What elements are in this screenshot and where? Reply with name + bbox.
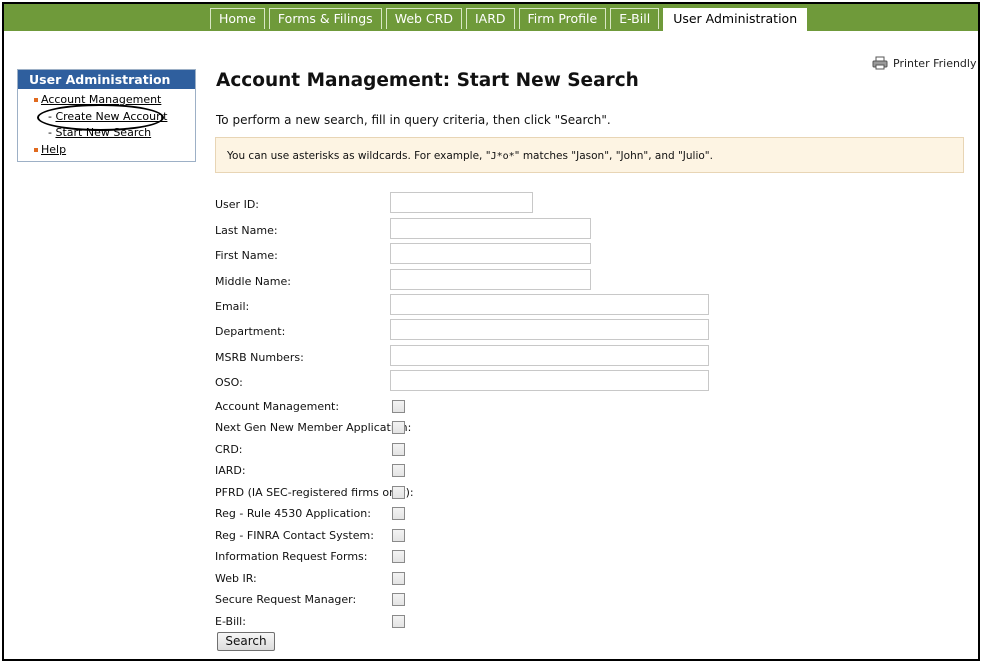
first-name-label: First Name: [215,249,278,262]
next-gen-checkbox-label: Next Gen New Member Application: [215,421,412,434]
crd-checkbox-label: CRD: [215,443,243,456]
last-name-label: Last Name: [215,224,278,237]
tip-prefix: You can use asterisks as wildcards. For … [227,150,491,162]
account-management-checkbox[interactable] [392,400,405,413]
page-title: Account Management: Start New Search [216,70,639,91]
tip-suffix: " matches "Jason", "John", and "Julio". [514,150,713,162]
printer-friendly-label: Printer Friendly [893,56,977,70]
first-name-input[interactable] [390,243,591,264]
tab-e-bill[interactable]: E-Bill [610,8,660,29]
page-frame: Home Forms & Filings Web CRD IARD Firm P… [2,2,980,661]
tab-user-administration[interactable]: User Administration [663,8,808,31]
tab-web-crd[interactable]: Web CRD [385,8,462,29]
tab-forms-filings[interactable]: Forms & Filings [268,8,382,29]
last-name-input[interactable] [390,218,591,239]
tip-code: J*o* [490,151,515,162]
pfrd-checkbox[interactable] [392,486,405,499]
web-ir-checkbox[interactable] [392,572,405,585]
rule-4530-checkbox-label: Reg - Rule 4530 Application: [215,507,371,520]
tab-firm-profile[interactable]: Firm Profile [518,8,607,29]
crd-checkbox[interactable] [392,443,405,456]
user-id-label: User ID: [215,198,259,211]
pfrd-checkbox-label: PFRD (IA SEC-registered firms only): [215,486,414,499]
user-id-input[interactable] [390,192,533,213]
e-bill-checkbox-label: E-Bill: [215,615,246,628]
department-input[interactable] [390,319,709,340]
top-nav-bar: Home Forms & Filings Web CRD IARD Firm P… [4,4,978,31]
tab-iard[interactable]: IARD [465,8,515,29]
secure-request-manager-checkbox[interactable] [392,593,405,606]
sidebar-panel: User Administration Account Management -… [17,69,196,162]
wildcard-tip: You can use asterisks as wildcards. For … [215,137,964,173]
account-management-checkbox-label: Account Management: [215,400,340,413]
msrb-numbers-label: MSRB Numbers: [215,351,304,364]
web-ir-checkbox-label: Web IR: [215,572,257,585]
printer-friendly-link[interactable]: Printer Friendly [872,56,976,70]
e-bill-checkbox[interactable] [392,615,405,628]
next-gen-checkbox[interactable] [392,421,405,434]
iard-checkbox[interactable] [392,464,405,477]
finra-contact-checkbox[interactable] [392,529,405,542]
instruction-text: To perform a new search, fill in query c… [216,113,611,127]
bullet-icon [34,148,38,152]
msrb-numbers-input[interactable] [390,345,709,366]
secure-request-manager-checkbox-label: Secure Request Manager: [215,593,357,606]
department-label: Department: [215,325,286,338]
tab-home[interactable]: Home [210,8,265,29]
nav-tabs: Home Forms & Filings Web CRD IARD Firm P… [210,8,811,31]
info-request-forms-checkbox[interactable] [392,550,405,563]
middle-name-label: Middle Name: [215,275,291,288]
middle-name-input[interactable] [390,269,591,290]
help-link[interactable]: Help [41,143,66,156]
iard-checkbox-label: IARD: [215,464,246,477]
sidebar-item-help: Help [34,143,66,156]
search-button[interactable]: Search [217,632,275,651]
annotation-circle [37,104,164,131]
email-label: Email: [215,300,250,313]
bullet-icon [34,98,38,102]
rule-4530-checkbox[interactable] [392,507,405,520]
oso-input[interactable] [390,370,709,391]
oso-label: OSO: [215,376,243,389]
finra-contact-checkbox-label: Reg - FINRA Contact System: [215,529,374,542]
email-input[interactable] [390,294,709,315]
info-request-forms-checkbox-label: Information Request Forms: [215,550,368,563]
sidebar-title: User Administration [18,70,195,89]
printer-icon [872,56,888,70]
